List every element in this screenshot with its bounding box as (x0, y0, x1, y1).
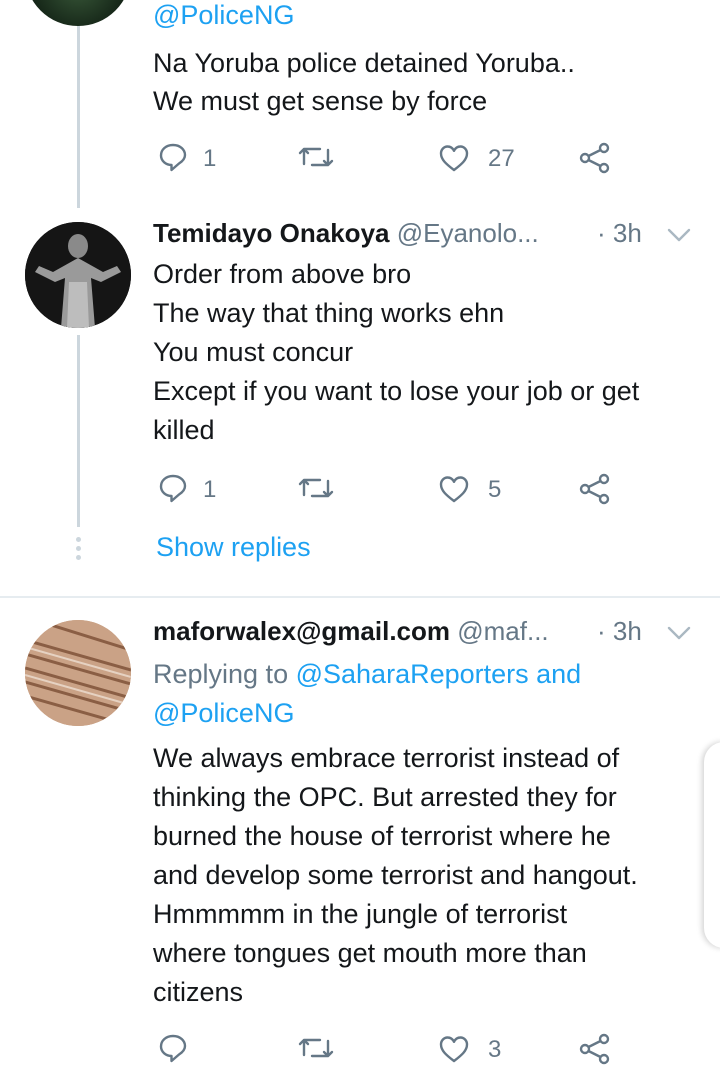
like-count: 3 (488, 1036, 502, 1063)
avatar-figure-icon (25, 222, 131, 328)
tweet-text-line: citizens (153, 977, 244, 1007)
timestamp[interactable]: · 3h (597, 218, 642, 249)
user-handle[interactable]: @Eyanolo... (397, 218, 539, 248)
retweet-icon[interactable] (298, 475, 334, 501)
tweet-text-line: where tongues get mouth more than (153, 938, 587, 968)
tweet-text-line: burned the house of terrorist where he (153, 821, 611, 851)
reply-count: 1 (203, 145, 217, 172)
reply-icon[interactable] (158, 142, 188, 172)
replying-to: Replying to @SaharaReporters and (153, 655, 581, 694)
tweet-text-line: thinking the OPC. But arrested they for (153, 782, 617, 812)
show-replies-link[interactable]: Show replies (156, 532, 311, 563)
tweet-header: Temidayo Onakoya @Eyanolo... (153, 218, 539, 249)
user-handle[interactable]: @maf... (457, 616, 548, 646)
display-name[interactable]: Temidayo Onakoya (153, 218, 390, 248)
like-icon[interactable] (438, 474, 470, 504)
divider (0, 596, 720, 598)
replying-mention[interactable]: @PoliceNG (153, 694, 294, 733)
thread-dots (76, 537, 81, 560)
tweet-text-line: Except if you want to lose your job or g… (153, 376, 640, 406)
thread-line-top (77, 0, 80, 208)
reply-icon[interactable] (158, 1033, 188, 1063)
chevron-down-icon[interactable] (666, 227, 692, 243)
tweet-text-line: killed (153, 415, 215, 445)
avatar[interactable] (25, 222, 131, 328)
tweet-text-line: Hmmmmm in the jungle of terrorist (153, 899, 568, 929)
timestamp[interactable]: · 3h (597, 616, 642, 647)
share-icon[interactable] (578, 473, 612, 505)
tweet-text-line: Order from above bro (153, 259, 412, 289)
retweet-icon[interactable] (298, 144, 334, 170)
display-name[interactable]: maforwalex@gmail.com (153, 616, 450, 646)
reply-icon[interactable] (158, 473, 188, 503)
share-icon[interactable] (578, 142, 612, 174)
tweet-text-line: and develop some terrorist and hangout. (153, 860, 638, 890)
like-count: 27 (488, 145, 515, 172)
avatar[interactable] (25, 620, 131, 726)
like-icon[interactable] (438, 1034, 470, 1064)
like-count: 5 (488, 476, 502, 503)
avatar[interactable] (25, 0, 131, 26)
chevron-down-icon[interactable] (666, 625, 692, 641)
replying-mention[interactable]: @SaharaReporters and (296, 659, 582, 689)
tweet-text-line: Na Yoruba police detained Yoruba.. (153, 48, 575, 78)
replying-mention[interactable]: @PoliceNG (153, 0, 294, 35)
tweet-header: maforwalex@gmail.com @maf... (153, 616, 549, 647)
tweet-text-line: You must concur (153, 337, 354, 367)
share-icon[interactable] (578, 1033, 612, 1065)
thread-line-mid (77, 335, 80, 527)
edge-handle[interactable] (704, 742, 720, 948)
reply-count: 1 (203, 476, 217, 503)
tweet-text-line: We must get sense by force (153, 86, 488, 116)
avatar-lumber-icon (25, 620, 131, 726)
like-icon[interactable] (438, 143, 470, 173)
tweet-text-line: The way that thing works ehn (153, 298, 505, 328)
tweet-text-line: We always embrace terrorist instead of (153, 743, 620, 773)
replying-prefix: Replying to (153, 659, 289, 689)
retweet-icon[interactable] (298, 1035, 334, 1061)
